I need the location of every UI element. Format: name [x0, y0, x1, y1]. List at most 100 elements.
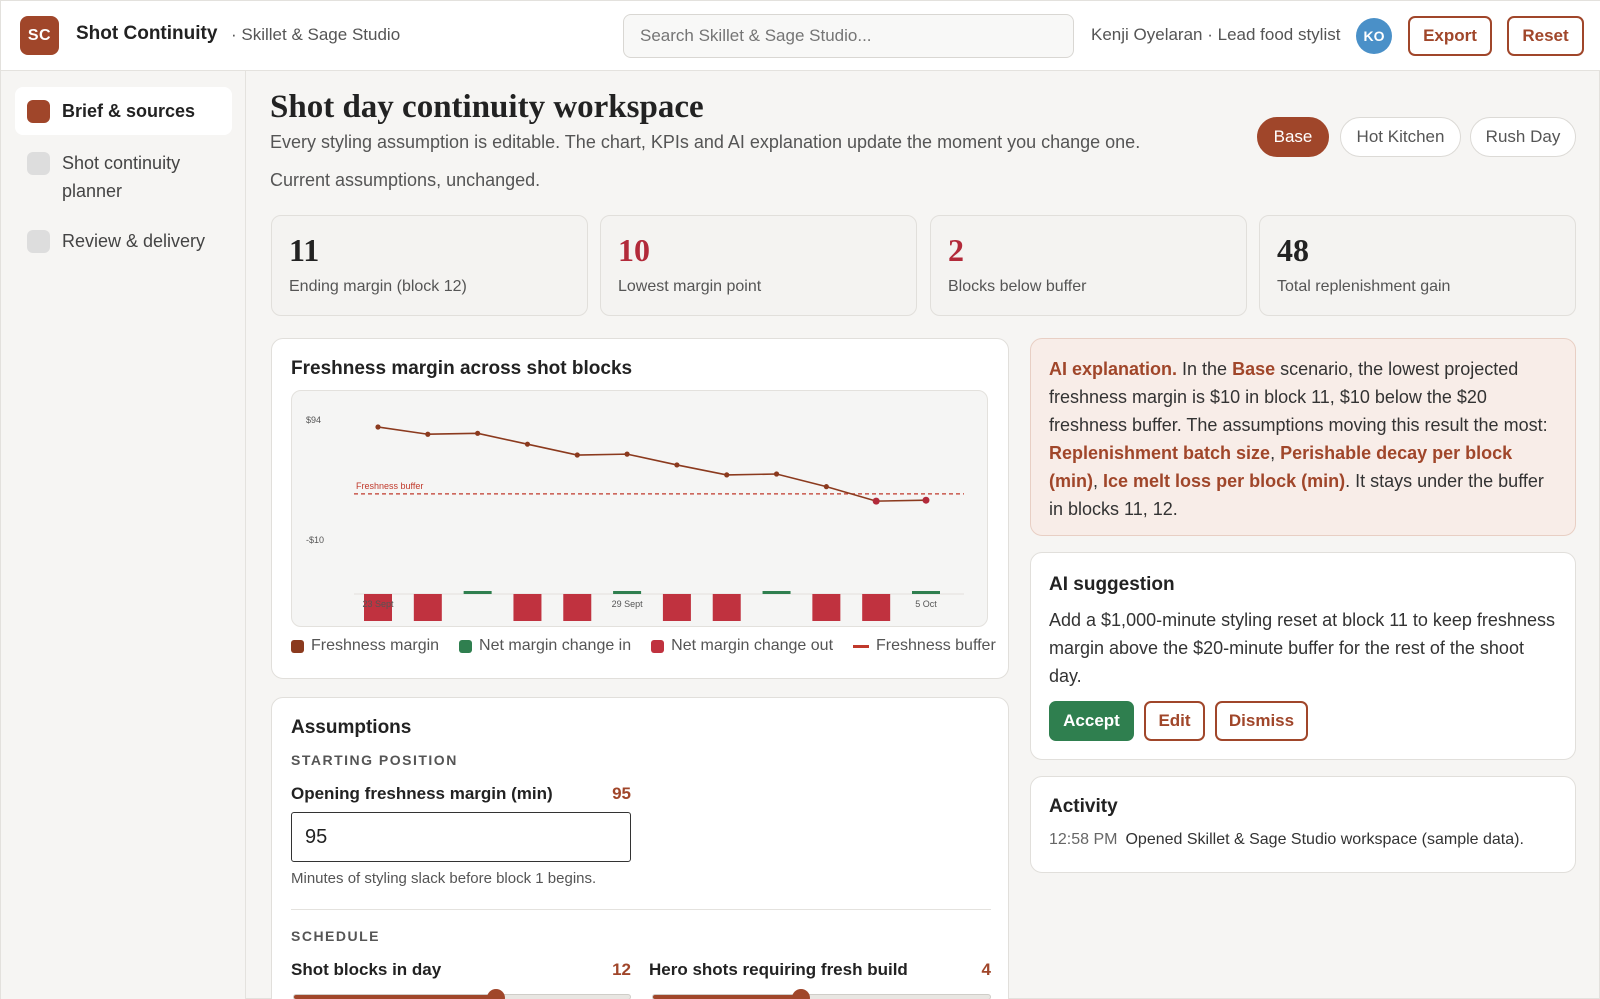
accept-button[interactable]: Accept [1049, 701, 1134, 741]
app-logo: SC [20, 16, 59, 55]
planner-icon [27, 152, 50, 175]
bar-change-out [413, 594, 442, 621]
activity-text: Opened Skillet & Sage Studio workspace (… [1125, 831, 1524, 848]
scenario-base[interactable]: Base [1257, 117, 1329, 157]
freshness-margin-line [377, 426, 927, 502]
sidebar-item-label: Shot continuity planner [62, 153, 181, 201]
freshness-point [475, 430, 481, 436]
sidebar-item-review[interactable]: Review & delivery [15, 227, 232, 255]
section-schedule: SCHEDULE [291, 928, 381, 944]
legend-item: Freshness buffer [853, 637, 996, 655]
app-window: SC Shot Continuity · Skillet & Sage Stud… [0, 0, 1600, 999]
page-title: Shot day continuity workspace [270, 89, 704, 125]
y-tick-label: -$10 [306, 535, 324, 545]
activity-title: Activity [1049, 796, 1118, 817]
kpi-value: 10 [618, 232, 650, 268]
ai-suggestion-text: Add a $1,000-minute styling reset at blo… [1049, 610, 1555, 686]
freshness-chart: $94 -$10 Freshness buffer 23 Sept 29 Sept 5 O… [306, 415, 964, 621]
hero-shots-value: 4 [981, 960, 991, 979]
freshness-point [823, 484, 829, 490]
opening-margin-input[interactable] [291, 812, 631, 862]
kpi-ending-margin: 11 Ending margin (block 12) [271, 215, 588, 316]
brief-icon [27, 99, 50, 123]
status-text: Current assumptions, unchanged. [270, 170, 541, 190]
user-name: Kenji Oyelaran · Lead food stylist [1091, 25, 1341, 44]
activity-card: Activity 12:58 PM Opened Skillet & Sage S… [1030, 776, 1576, 873]
kpi-value: 48 [1277, 232, 1309, 268]
bar-change-out [662, 594, 691, 621]
bar-change-in [463, 591, 492, 594]
bar-change-in [613, 591, 642, 594]
buffer-label: Freshness buffer [356, 481, 423, 491]
kpi-label: Lowest margin point [618, 278, 762, 295]
legend-swatch [459, 639, 473, 653]
dismiss-button[interactable]: Dismiss [1215, 701, 1308, 741]
ai-explanation-card: AI explanation. In the Base scenario, th… [1030, 338, 1576, 536]
bar-change-out [513, 594, 542, 621]
ai-text: , [1093, 471, 1104, 491]
activity-entry: 12:58 PM Opened Skillet & Sage Studio wor… [1049, 831, 1524, 849]
assumptions-title: Assumptions [291, 717, 412, 738]
bar-change-out [862, 594, 891, 621]
export-button[interactable]: Export [1408, 16, 1492, 56]
review-icon [27, 230, 50, 253]
opening-margin-hint: Minutes of styling slack before block 1 … [291, 870, 597, 887]
scenario-hot-kitchen[interactable]: Hot Kitchen [1340, 117, 1461, 157]
ai-suggestion-card: AI suggestion Add a $1,000-minute stylin… [1030, 552, 1576, 760]
top-bar: SC Shot Continuity · Skillet & Sage Stud… [1, 1, 1600, 71]
ai-factor: Replenishment batch size [1049, 443, 1271, 463]
shot-blocks-label: Shot blocks in day [291, 960, 442, 979]
legend-label: Freshness margin [311, 637, 440, 654]
edit-button[interactable]: Edit [1144, 701, 1205, 741]
chart-area: $94 -$10 Freshness buffer 23 Sept 29 Sept 5 O… [291, 390, 988, 627]
chart-legend: Freshness margin Net margin change in Ne… [291, 637, 996, 655]
reset-button[interactable]: Reset [1507, 16, 1584, 56]
ai-explanation-lead: AI explanation. [1049, 359, 1178, 379]
sidebar-item-planner[interactable]: Shot continuity planner [15, 149, 215, 205]
slider-thumb[interactable] [486, 989, 505, 999]
freshness-point [674, 462, 680, 468]
bar-change-in [912, 591, 940, 594]
kpi-blocks-below: 2 Blocks below buffer [930, 215, 1247, 316]
search-input[interactable] [623, 14, 1074, 58]
shot-blocks-slider[interactable] [293, 989, 631, 999]
chart-card: Freshness margin across shot blocks $94 -… [271, 338, 1009, 679]
x-tick-label: 29 Sept [612, 599, 644, 609]
scenario-rush-day[interactable]: Rush Day [1470, 117, 1576, 157]
avatar[interactable]: KO [1356, 18, 1392, 54]
freshness-point [375, 424, 381, 430]
bar-change-out [812, 594, 841, 621]
kpi-label: Ending margin (block 12) [289, 278, 467, 295]
ai-text: , [1270, 443, 1281, 463]
section-starting-position: STARTING POSITION [291, 752, 458, 768]
legend-item: Net margin change out [651, 637, 833, 655]
freshness-point [724, 472, 730, 478]
hero-shots-label: Hero shots requiring fresh build [649, 960, 908, 979]
legend-label: Net margin change in [479, 637, 632, 654]
ai-factor: Ice melt loss per block (min) [1103, 471, 1346, 491]
kpi-replenishment: 48 Total replenishment gain [1259, 215, 1576, 316]
slider-fill [294, 995, 496, 999]
legend-item: Freshness margin [291, 637, 439, 655]
freshness-point [872, 497, 880, 505]
section-divider [291, 909, 991, 910]
legend-item: Net margin change in [459, 637, 631, 655]
legend-swatch [291, 639, 304, 653]
legend-label: Freshness buffer [876, 637, 996, 654]
freshness-point [922, 496, 930, 504]
opening-margin-value: 95 [612, 784, 631, 803]
workspace-name: · Skillet & Sage Studio [231, 25, 401, 44]
sidebar-item-brief[interactable]: Brief & sources [15, 87, 232, 135]
app-title: Shot Continuity [76, 23, 218, 44]
freshness-point [624, 451, 630, 457]
slider-fill [653, 995, 802, 999]
kpi-value: 2 [948, 232, 964, 268]
y-tick-label: $94 [306, 415, 321, 425]
freshness-point [574, 452, 580, 458]
ai-scenario: Base [1232, 359, 1276, 379]
slider-thumb[interactable] [792, 989, 811, 999]
x-tick-label: 23 Sept [362, 599, 394, 609]
ai-suggestion-title: AI suggestion [1049, 574, 1175, 595]
activity-time: 12:58 PM [1049, 831, 1118, 848]
hero-shots-slider[interactable] [652, 989, 991, 999]
